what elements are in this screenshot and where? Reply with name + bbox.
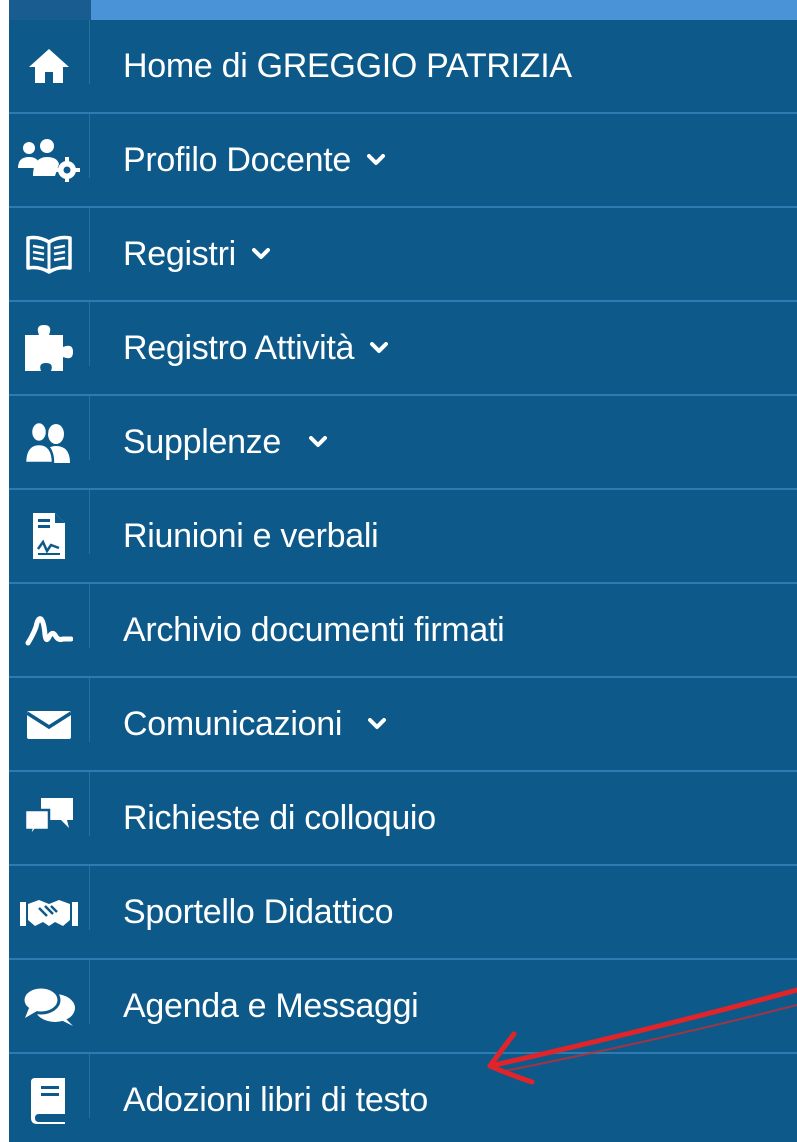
divider xyxy=(89,396,90,461)
sidebar-item-registri[interactable]: Registri xyxy=(9,208,797,302)
open-book-icon xyxy=(9,208,89,300)
sidebar-item-label: Agenda e Messaggi xyxy=(123,986,419,1025)
sidebar-item-profilo-docente[interactable]: Profilo Docente xyxy=(9,114,797,208)
user-group-icon xyxy=(9,396,89,488)
chevron-down-icon xyxy=(251,248,270,260)
sidebar-item-label: Riunioni e verbali xyxy=(123,516,379,555)
sidebar-item-adozioni-libri-di-testo[interactable]: Adozioni libri di testo xyxy=(9,1054,797,1142)
chevron-down-icon xyxy=(368,718,387,730)
divider xyxy=(89,1054,90,1119)
sidebar-item-label: Registro Attività xyxy=(123,328,355,367)
sidebar: Home di GREGGIO PATRIZIA Profilo Docente… xyxy=(9,0,797,1142)
envelope-icon xyxy=(9,678,89,770)
divider xyxy=(89,114,90,179)
chevron-down-icon xyxy=(370,342,389,354)
sidebar-item-label: Adozioni libri di testo xyxy=(123,1080,428,1119)
chevron-down-icon xyxy=(366,154,385,166)
home-icon xyxy=(9,20,89,112)
top-bar xyxy=(9,0,797,20)
chevron-down-icon xyxy=(309,436,327,448)
sidebar-item-label: Archivio documenti firmati xyxy=(123,610,505,649)
handshake-icon xyxy=(9,866,89,958)
sidebar-item-riunioni-e-verbali[interactable]: Riunioni e verbali xyxy=(9,490,797,584)
sidebar-item-registro-attivita[interactable]: Registro Attività xyxy=(9,302,797,396)
divider xyxy=(89,772,90,837)
sidebar-item-label: Sportello Didattico xyxy=(123,892,394,931)
divider xyxy=(89,20,90,85)
comments-icon xyxy=(9,960,89,1052)
sidebar-menu: Home di GREGGIO PATRIZIA Profilo Docente… xyxy=(9,20,797,1142)
top-bar-tab[interactable] xyxy=(9,0,91,20)
divider xyxy=(89,866,90,931)
sidebar-item-richieste-di-colloquio[interactable]: Richieste di colloquio xyxy=(9,772,797,866)
signature-icon xyxy=(9,584,89,676)
sidebar-item-agenda-e-messaggi[interactable]: Agenda e Messaggi xyxy=(9,960,797,1054)
sidebar-item-label: Registri xyxy=(123,234,236,273)
document-signature-icon xyxy=(9,490,89,582)
sidebar-item-label: Profilo Docente xyxy=(123,140,351,179)
puzzle-icon xyxy=(9,302,89,394)
sidebar-item-supplenze[interactable]: Supplenze xyxy=(9,396,797,490)
sidebar-item-archivio-documenti-firmati[interactable]: Archivio documenti firmati xyxy=(9,584,797,678)
sidebar-item-label: Comunicazioni xyxy=(123,704,343,743)
divider xyxy=(89,678,90,743)
divider xyxy=(89,960,90,1025)
divider xyxy=(89,584,90,649)
sidebar-item-home[interactable]: Home di GREGGIO PATRIZIA xyxy=(9,20,797,114)
book-icon xyxy=(9,1054,89,1142)
sidebar-item-label: Richieste di colloquio xyxy=(123,798,436,837)
sidebar-item-label: Home di GREGGIO PATRIZIA xyxy=(123,46,572,85)
chat-bubbles-icon xyxy=(9,772,89,864)
divider xyxy=(89,208,90,273)
divider xyxy=(89,490,90,555)
sidebar-item-sportello-didattico[interactable]: Sportello Didattico xyxy=(9,866,797,960)
sidebar-item-comunicazioni[interactable]: Comunicazioni xyxy=(9,678,797,772)
users-gear-icon xyxy=(9,114,89,206)
divider xyxy=(89,302,90,367)
sidebar-item-label: Supplenze xyxy=(123,422,281,461)
